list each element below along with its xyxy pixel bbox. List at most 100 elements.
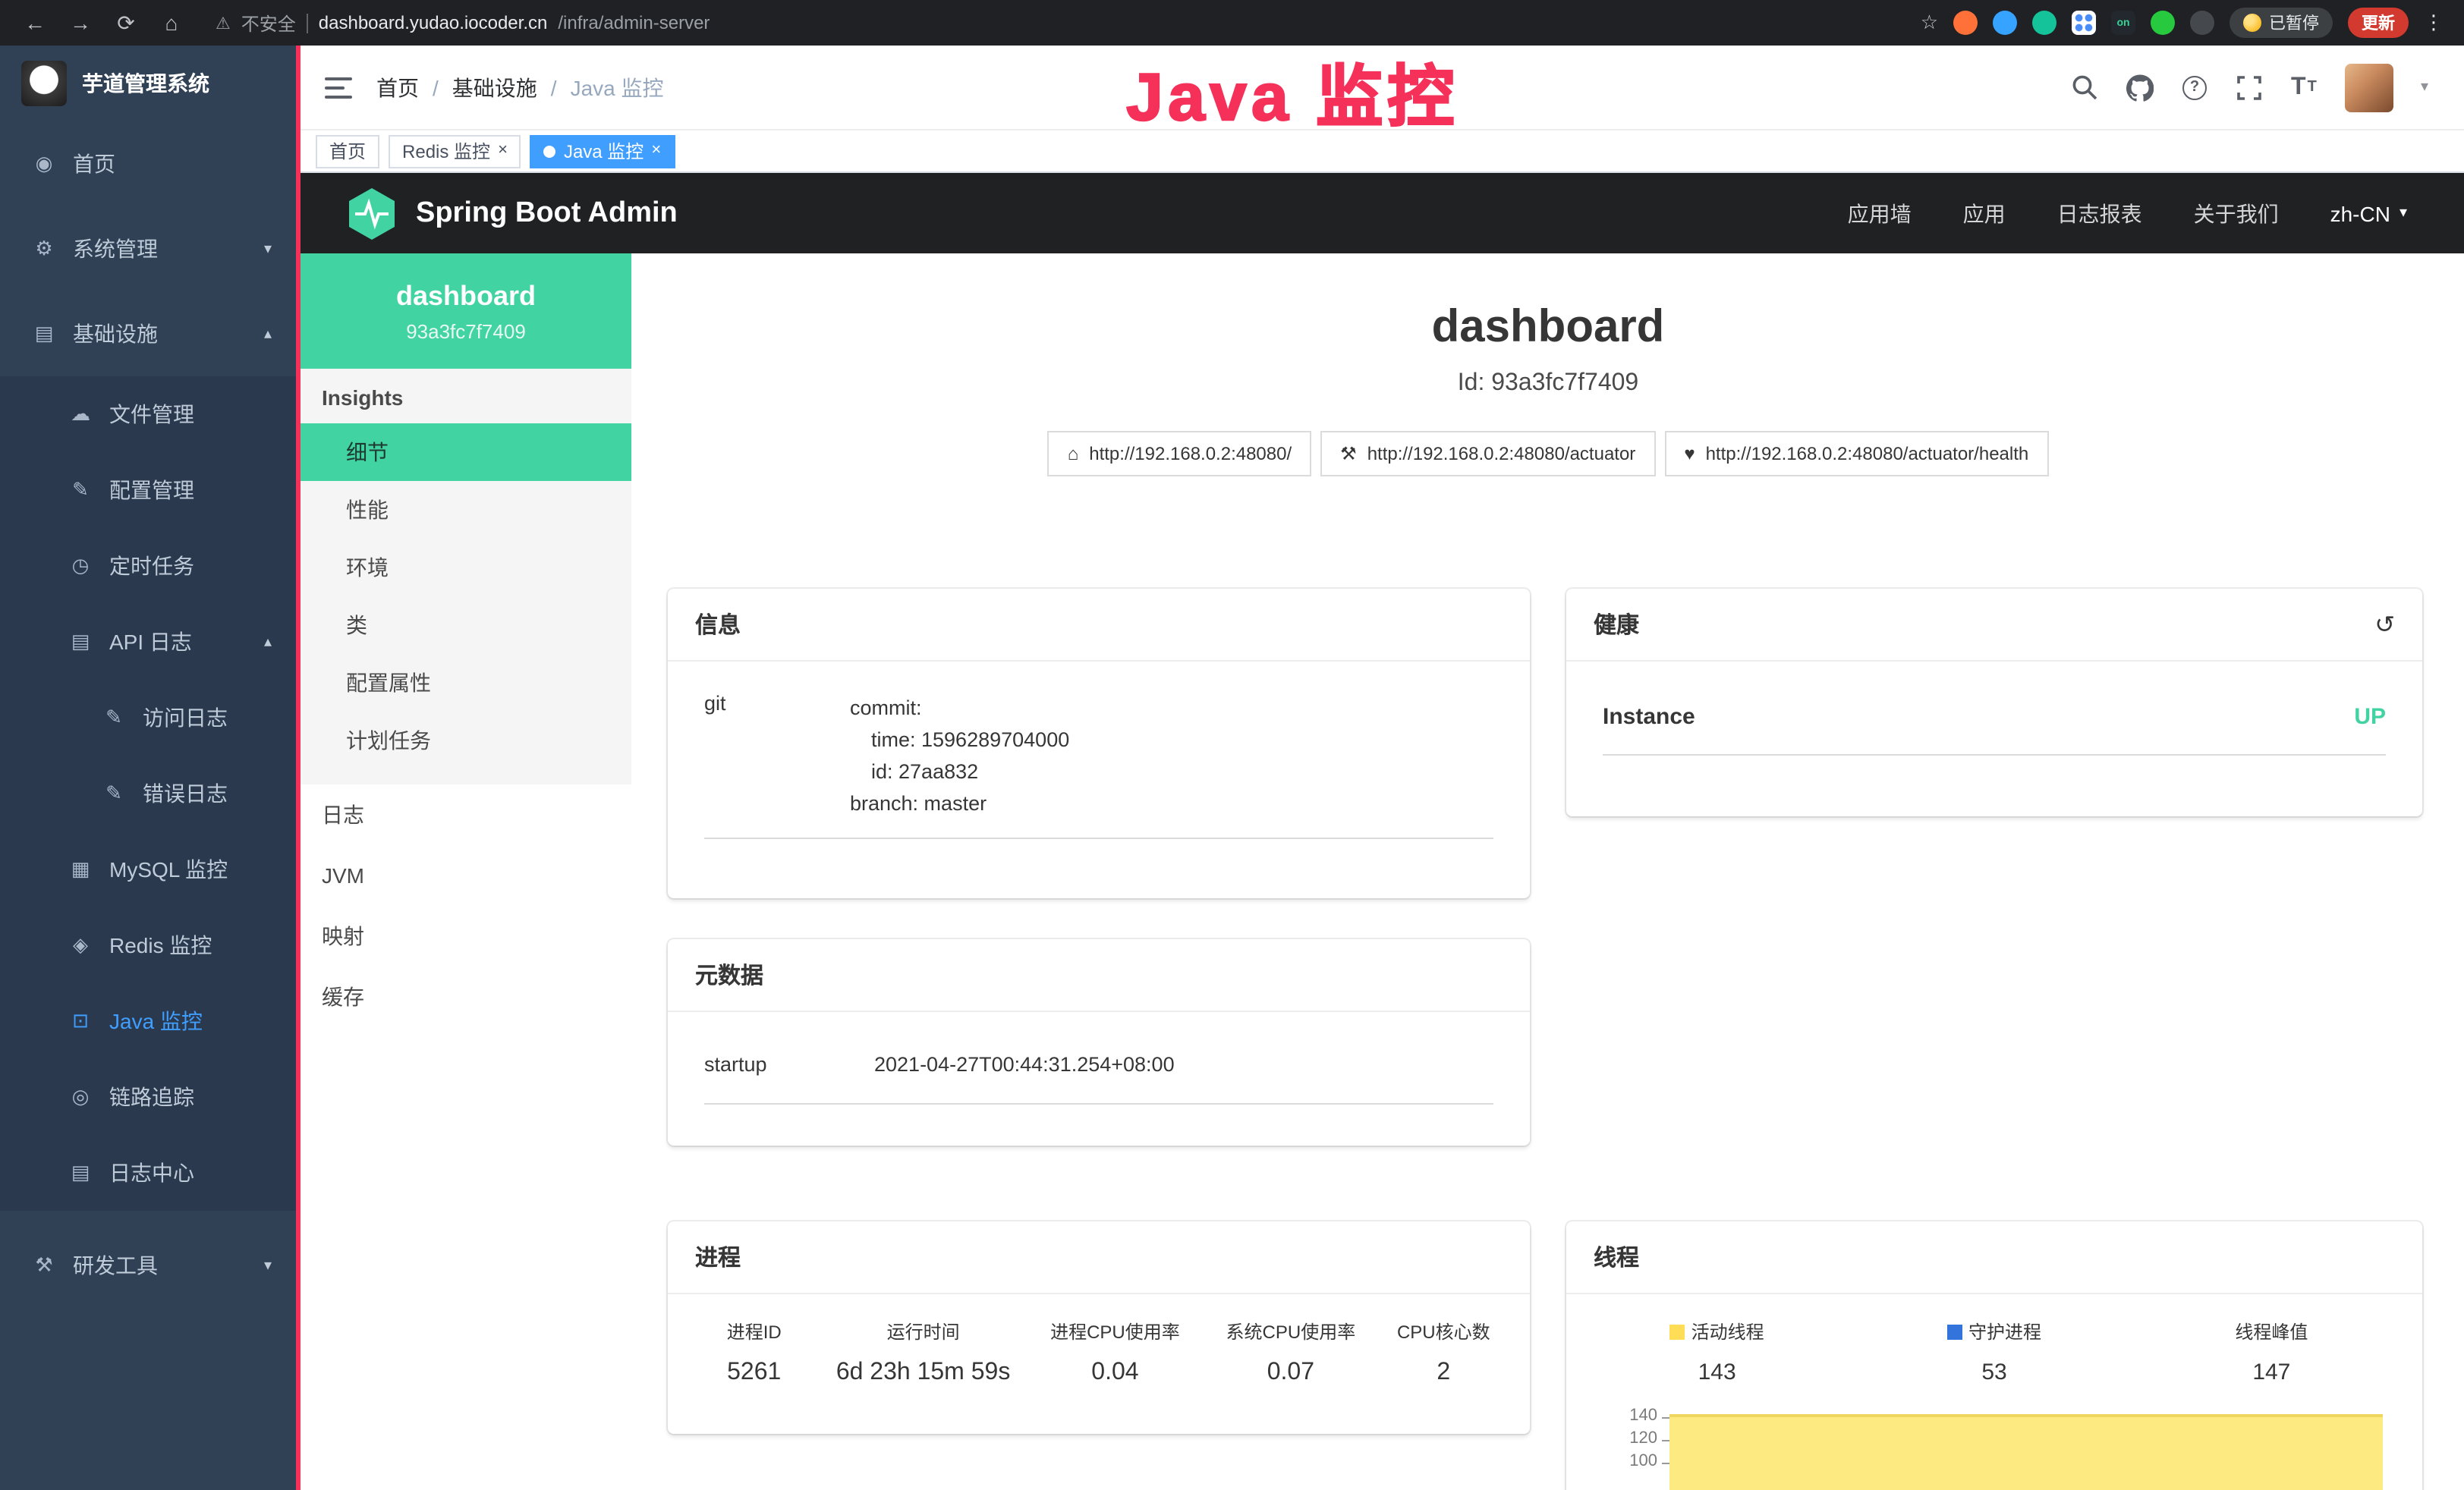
browser-update-button[interactable]: 更新 <box>2348 8 2409 38</box>
search-icon[interactable] <box>2072 72 2099 102</box>
close-icon[interactable]: × <box>651 143 661 159</box>
tab-home[interactable]: 首页 <box>316 134 379 168</box>
instance-header[interactable]: dashboard 93a3fc7f7409 <box>301 253 631 369</box>
sba-nav-applications[interactable]: 应用 <box>1963 198 2006 228</box>
threads-legend: 活动线程 143 守护进程 53 <box>1566 1294 2422 1385</box>
hamburger-icon[interactable] <box>325 75 352 99</box>
sba-menu-details[interactable]: 细节 <box>301 423 631 481</box>
sidebar-item-access-logs[interactable]: ✎ 访问日志 <box>0 680 296 756</box>
extension-icon-2[interactable] <box>1993 11 2017 35</box>
extension-icon-1[interactable] <box>1953 11 1978 35</box>
instance-link-health[interactable]: ♥ http://192.168.0.2:48080/actuator/heal… <box>1664 431 2048 476</box>
address-bar[interactable]: ⚠ 不安全 dashboard.yudao.iocoder.cn/infra/a… <box>216 10 710 36</box>
sidebar-item-label: 日志中心 <box>109 1158 194 1188</box>
wrench-icon: ⚒ <box>1340 443 1357 464</box>
history-icon[interactable]: ↺ <box>2374 609 2395 640</box>
sba-menu-jvm[interactable]: JVM <box>301 845 631 906</box>
locale-selector[interactable]: zh-CN ▾ <box>2330 201 2407 225</box>
github-icon[interactable] <box>2126 72 2154 102</box>
bookmark-star-icon[interactable]: ☆ <box>1921 11 1938 35</box>
sidebar-item-dev-tools[interactable]: ⚒ 研发工具 ▾ <box>0 1223 296 1308</box>
sidebar-item-scheduled-tasks[interactable]: ◷ 定时任务 <box>0 528 296 604</box>
fullscreen-icon[interactable] <box>2236 72 2263 102</box>
browser-chrome: ← → ⟳ ⌂ ⚠ 不安全 dashboard.yudao.iocoder.cn… <box>0 0 2464 46</box>
extension-icon-5[interactable]: on <box>2111 11 2135 35</box>
info-card: 信息 git commit: time: 1596289704000 id: 2… <box>668 589 1530 898</box>
sba-menu-environment[interactable]: 环境 <box>301 539 631 596</box>
stat-label: 运行时间 <box>819 1319 1027 1344</box>
extensions-puzzle-icon[interactable] <box>2190 11 2214 35</box>
sba-menu-classes[interactable]: 类 <box>301 596 631 654</box>
sidebar-item-home[interactable]: ◉ 首页 <box>0 121 296 206</box>
sidebar-item-file-management[interactable]: ☁ 文件管理 <box>0 376 296 452</box>
browser-toolbar-right: ☆ on 已暂停 更新 ⋮ <box>1921 8 2444 38</box>
sba-menu-config-props[interactable]: 配置属性 <box>301 654 631 712</box>
browser-menu-icon[interactable]: ⋮ <box>2424 11 2444 35</box>
breadcrumb-current: Java 监控 <box>571 72 664 102</box>
health-instance-row: Instance UP <box>1603 683 2386 756</box>
user-avatar[interactable] <box>2345 63 2393 112</box>
extension-icon-4[interactable] <box>2072 11 2096 35</box>
close-icon[interactable]: × <box>498 143 508 159</box>
sidebar-item-java-monitor[interactable]: ⊡ Java 监控 <box>0 983 296 1059</box>
link-url: http://192.168.0.2:48080/actuator/health <box>1706 443 2029 464</box>
extension-icon-6[interactable] <box>2151 11 2175 35</box>
sidebar-item-system[interactable]: ⚙ 系统管理 ▾ <box>0 206 296 291</box>
sidebar-item-log-center[interactable]: ▤ 日志中心 <box>0 1135 296 1211</box>
sba-nav-journal[interactable]: 日志报表 <box>2057 198 2142 228</box>
sidebar-item-label: 链路追踪 <box>109 1082 194 1112</box>
browser-home-icon[interactable]: ⌂ <box>158 11 185 35</box>
help-icon[interactable]: ? <box>2181 72 2208 102</box>
browser-reload-icon[interactable]: ⟳ <box>112 10 140 36</box>
tab-redis-monitor[interactable]: Redis 监控 × <box>389 134 521 168</box>
sba-brand[interactable]: Spring Boot Admin <box>346 186 678 240</box>
instance-name: dashboard <box>396 280 536 312</box>
sidebar-item-infrastructure[interactable]: ▤ 基础设施 ▴ <box>0 291 296 376</box>
sidebar-item-label: 定时任务 <box>109 551 194 581</box>
sidebar-item-redis-monitor[interactable]: ◈ Redis 监控 <box>0 907 296 983</box>
threads-chart-plot <box>1669 1407 2401 1490</box>
threads-chart: 140 120 100 <box>1591 1407 2401 1490</box>
paused-badge[interactable]: 已暂停 <box>2230 8 2333 38</box>
sidebar-item-error-logs[interactable]: ✎ 错误日志 <box>0 756 296 831</box>
sba-logo-icon <box>346 186 398 240</box>
git-commit-label: commit: <box>850 692 1069 724</box>
sba-menu-mappings[interactable]: 映射 <box>301 906 631 967</box>
font-size-icon[interactable]: T T <box>2290 72 2318 102</box>
breadcrumb-home[interactable]: 首页 <box>376 72 419 102</box>
extension-icon-3[interactable] <box>2032 11 2056 35</box>
avatar-caret-icon[interactable]: ▾ <box>2421 79 2428 96</box>
active-threads: 活动线程 143 <box>1578 1319 1855 1385</box>
main-column: 首页 / 基础设施 / Java 监控 ? <box>301 46 2464 1490</box>
sba-nav-about[interactable]: 关于我们 <box>2194 198 2279 228</box>
peak-threads: 线程峰值 147 <box>2133 1319 2410 1385</box>
sidebar-item-mysql-monitor[interactable]: ▦ MySQL 监控 <box>0 831 296 907</box>
font-size-small: T <box>2308 79 2317 96</box>
y-tick: 100 <box>1591 1452 1669 1475</box>
sba-menu-scheduled-tasks[interactable]: 计划任务 <box>301 712 631 769</box>
config-icon: ✎ <box>67 478 94 502</box>
breadcrumb-infrastructure[interactable]: 基础设施 <box>452 72 537 102</box>
browser-back-icon[interactable]: ← <box>21 11 49 35</box>
process-pid: 进程ID 5261 <box>689 1319 819 1387</box>
legend-value: 147 <box>2133 1360 2410 1385</box>
active-threads-legend-swatch <box>1670 1324 1685 1339</box>
locale-label: zh-CN <box>2330 201 2390 225</box>
sba-nav-wallboard[interactable]: 应用墙 <box>1848 198 1912 228</box>
sba-menu-caches[interactable]: 缓存 <box>301 967 631 1027</box>
sba-menu-metrics[interactable]: 性能 <box>301 481 631 539</box>
tab-java-monitor[interactable]: Java 监控 × <box>530 134 675 168</box>
instance-links: ⌂ http://192.168.0.2:48080/ ⚒ http://192… <box>631 431 2464 476</box>
instance-link-actuator[interactable]: ⚒ http://192.168.0.2:48080/actuator <box>1320 431 1655 476</box>
sidebar-item-trace[interactable]: ◎ 链路追踪 <box>0 1059 296 1135</box>
sba-menu-logs[interactable]: 日志 <box>301 784 631 845</box>
sba-body: dashboard 93a3fc7f7409 Insights 细节 性能 环境… <box>301 253 2464 1490</box>
sidebar-item-config-management[interactable]: ✎ 配置管理 <box>0 452 296 528</box>
app-logo[interactable]: 芋道管理系统 <box>0 46 296 121</box>
tab-label: 首页 <box>329 138 366 164</box>
sidebar-item-label: 基础设施 <box>73 319 158 349</box>
y-tick: 140 <box>1591 1407 1669 1429</box>
sidebar-item-api-logs[interactable]: ▤ API 日志 ▴ <box>0 604 296 680</box>
browser-forward-icon[interactable]: → <box>67 11 94 35</box>
instance-link-home[interactable]: ⌂ http://192.168.0.2:48080/ <box>1048 431 1311 476</box>
